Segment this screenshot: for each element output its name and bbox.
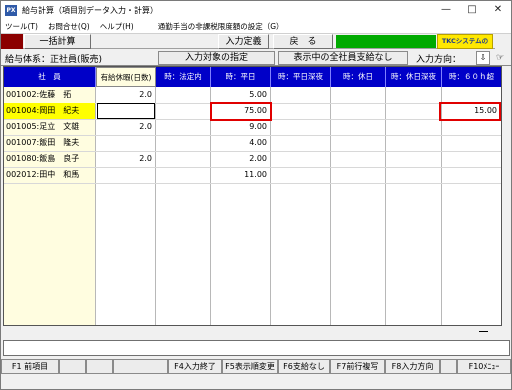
header-legal-hours: 時：法定内 [156,67,211,87]
toolbar-spacer [495,34,511,49]
input-target-button[interactable]: 入力対象の指定 [158,51,275,65]
input-definition-button[interactable]: 入力定義 [218,34,269,49]
maximize-button[interactable]: □ [459,1,485,19]
col-divider [441,87,442,325]
row-divider [4,183,501,184]
app-icon: PX [5,4,17,16]
f6-no-pay-button[interactable]: F6支給なし [278,359,330,374]
employee-name[interactable]: 001080:飯島 良子 [6,151,79,167]
header-paid-leave: 有給休暇(日数) [96,67,156,87]
cell-weekday[interactable]: 11.00 [211,167,267,183]
menu-inquiry[interactable]: お問合せ(Q) [48,21,90,32]
input-direction-label: 入力方向： [416,55,462,65]
cell-weekday[interactable]: 4.00 [211,135,267,151]
col-divider [270,87,271,325]
title-bar: PX 給与計算（項目別データ入力・計算） — □ ✕ [1,1,511,19]
f9-button[interactable] [440,359,457,374]
close-button[interactable]: ✕ [485,1,511,19]
message-input[interactable] [3,340,510,356]
bulk-calc-button[interactable]: 一括計算 [24,34,91,49]
pay-all-none-button[interactable]: 表示中の全社員支給なし [278,51,408,65]
status-bar [1,375,511,389]
hand-pointer-icon[interactable]: ☞ [493,51,507,65]
f2-button[interactable] [59,359,86,374]
f8-input-direction-button[interactable]: F8入力方向 [385,359,440,374]
paid-leave-input[interactable] [97,103,155,119]
employee-name[interactable]: 001005:足立 文雄 [6,119,79,135]
scroll-thumb[interactable] [479,331,488,332]
f1-prev-item-button[interactable]: F1 前項目 [1,359,59,374]
employee-name[interactable]: 002012:田中 和馬 [6,167,79,183]
function-key-bar: F1 前項目 F4入力終了 F5表示順変更 F6支給なし F7前行複写 F8入力… [1,359,511,374]
col-divider [330,87,331,325]
employee-name[interactable]: 001002:佐藤 拓 [6,87,71,103]
header-holiday: 時：休日 [331,67,386,87]
f10-menu-button[interactable]: F10ﾒﾆｭｰ [457,359,511,374]
app-window: PX 給与計算（項目別データ入力・計算） — □ ✕ ツール(T) お問合せ(Q… [0,0,512,390]
menu-bar: ツール(T) お問合せ(Q) ヘルプ(H) 通勤手当の非課税限度額の設定（G） [1,19,511,33]
red-indicator [1,34,23,49]
cell-weekday[interactable]: 2.00 [211,151,267,167]
cell-paid-leave[interactable]: 2.0 [96,119,152,135]
data-grid: 社 員 有給休暇(日数) 時：法定内 時：平日 時：平日深夜 時：休日 時：休日… [3,66,502,326]
header-over-60h: 時：６０ｈ超 [442,67,501,87]
cell-paid-leave[interactable]: 2.0 [96,151,152,167]
salary-system-label: 給与体系：正社員(販売) [5,55,103,65]
employee-name[interactable]: 001007:飯田 隆夫 [6,135,79,151]
cell-weekday[interactable]: 9.00 [211,119,267,135]
status-green-bar [336,35,436,48]
tkc-logo: TKCシステムのLG6.A [437,34,493,58]
direction-down-icon[interactable]: ⇩ [476,51,490,65]
back-button[interactable]: 戻 る [273,34,333,49]
f5-display-order-button[interactable]: F5表示順変更 [222,359,278,374]
menu-tools[interactable]: ツール(T) [5,21,38,32]
col-divider [385,87,386,325]
menu-help[interactable]: ヘルプ(H) [100,21,134,32]
col-divider [155,87,156,325]
f3-button[interactable] [86,359,113,374]
header-holiday-night: 時：休日深夜 [386,67,442,87]
horizontal-scrollbar[interactable] [3,327,502,337]
minimize-button[interactable]: — [433,1,459,19]
window-title: 給与計算（項目別データ入力・計算） [22,5,158,15]
header-employee: 社 員 [4,67,96,87]
f7-copy-prev-row-button[interactable]: F7前行複写 [330,359,385,374]
cell-weekday[interactable]: 5.00 [211,87,267,103]
highlight-over60-cell [439,102,501,121]
f4-finish-input-button[interactable]: F4入力終了 [168,359,222,374]
blank-button[interactable] [113,359,168,374]
employee-name-selected[interactable]: 001004:岡田 紀夫 [4,103,95,119]
header-weekday: 時：平日 [211,67,271,87]
menu-commute-allowance[interactable]: 通勤手当の非課税限度額の設定（G） [158,21,284,32]
toolbar: 一括計算 入力定義 戻 る TKCシステムのLG6.A [1,33,511,58]
info-bar: 給与体系：正社員(販売) 入力対象の指定 表示中の全社員支給なし 入力方向： ⇩… [1,50,511,66]
cell-paid-leave[interactable]: 2.0 [96,87,152,103]
header-weekday-night: 時：平日深夜 [271,67,331,87]
